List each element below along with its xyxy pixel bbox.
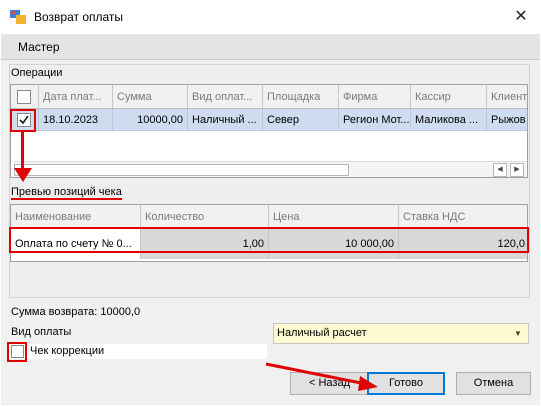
- red-arrow-icon: [14, 168, 32, 182]
- table-row[interactable]: Оплата по счету № 0... 1,00 10 000,00 12…: [11, 229, 527, 259]
- cell-name: Оплата по счету № 0...: [11, 229, 141, 259]
- column-header-quantity[interactable]: Количество: [141, 205, 269, 229]
- cancel-button[interactable]: Отмена: [456, 372, 531, 395]
- correction-checkbox[interactable]: [11, 345, 24, 358]
- correction-label[interactable]: Чек коррекции: [30, 345, 104, 357]
- column-header-price[interactable]: Цена: [269, 205, 399, 229]
- wizard-step-title: Мастер: [18, 40, 60, 54]
- preview-label: Превью позиций чека: [11, 186, 122, 198]
- cell-vat: 120,0: [497, 238, 525, 250]
- wizard-header: [1, 34, 540, 60]
- cell-cashier: Маликова ...: [411, 109, 487, 131]
- select-all-checkbox[interactable]: [17, 90, 31, 104]
- operations-grid[interactable]: Дата плат... Сумма Вид оплат... Площадка…: [10, 84, 528, 178]
- scroll-right-button[interactable]: ▶: [510, 163, 524, 177]
- column-header-sum[interactable]: Сумма: [113, 85, 188, 109]
- checkmark-icon: [19, 115, 29, 125]
- cell-client: Рыжов: [491, 114, 526, 126]
- close-button[interactable]: ✕: [510, 7, 532, 29]
- table-row[interactable]: 18.10.2023 10000,00 Наличный ... Север Р…: [11, 109, 527, 131]
- column-header-cashier[interactable]: Кассир: [411, 85, 487, 109]
- column-header-vat[interactable]: Ставка НДС: [399, 205, 527, 229]
- column-header-site[interactable]: Площадка: [263, 85, 339, 109]
- column-header-payment-type[interactable]: Вид оплат...: [188, 85, 263, 109]
- window-title: Возврат оплаты: [34, 10, 124, 24]
- red-arrow-icon: [265, 362, 378, 391]
- operations-header-row: Дата плат... Сумма Вид оплат... Площадка…: [11, 85, 527, 109]
- cell-firm: Регион Мот...: [339, 109, 411, 131]
- column-header-client[interactable]: Клиент: [487, 85, 527, 109]
- payment-type-label: Вид оплаты: [11, 326, 72, 338]
- refund-sum-label: Сумма возврата: 10000,0: [11, 306, 141, 318]
- cell-quantity: 1,00: [141, 229, 269, 259]
- row-checkbox[interactable]: [17, 113, 31, 127]
- operations-label: Операции: [11, 67, 63, 79]
- scroll-left-button[interactable]: ◀: [493, 163, 507, 177]
- cell-date: 18.10.2023: [39, 109, 113, 131]
- column-header-date[interactable]: Дата плат...: [39, 85, 113, 109]
- payment-type-value: Наличный расчет: [277, 327, 367, 339]
- select-all-cell[interactable]: [11, 85, 39, 109]
- preview-grid[interactable]: Наименование Количество Цена Ставка НДС …: [10, 204, 528, 262]
- chevron-down-icon[interactable]: ▼: [514, 329, 522, 338]
- column-header-firm[interactable]: Фирма: [339, 85, 411, 109]
- cell-site: Север: [263, 109, 339, 131]
- column-header-name[interactable]: Наименование: [11, 205, 141, 229]
- cell-price: 10 000,00: [269, 229, 399, 259]
- preview-header-row: Наименование Количество Цена Ставка НДС: [11, 205, 527, 229]
- scrollbar-thumb[interactable]: [14, 164, 349, 176]
- row-select-cell[interactable]: [11, 109, 39, 131]
- cell-sum: 10000,00: [113, 109, 188, 131]
- horizontal-scrollbar[interactable]: ◀ ▶: [14, 161, 526, 177]
- cell-payment-type: Наличный ...: [188, 109, 263, 131]
- app-window-icon: [10, 10, 26, 24]
